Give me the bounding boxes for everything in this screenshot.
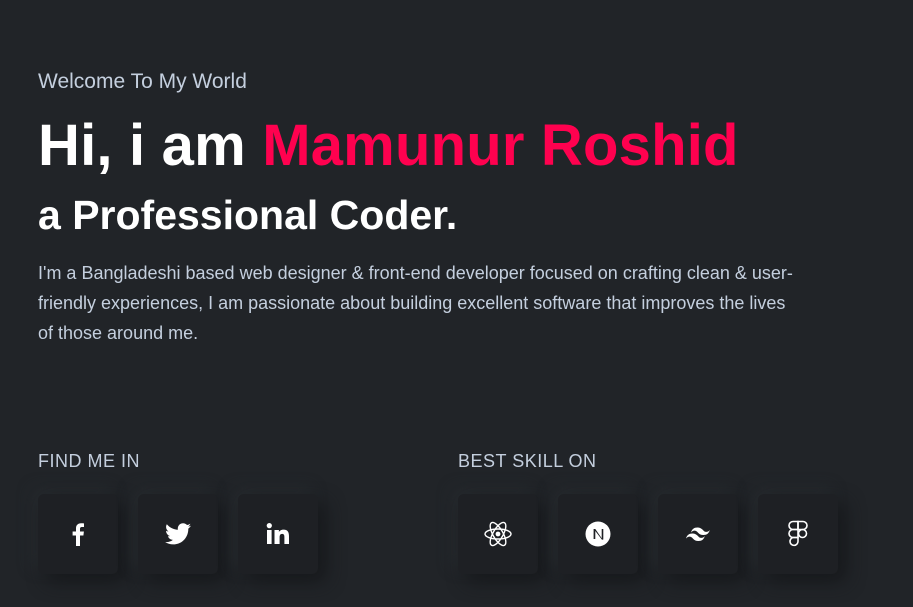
linkedin-icon xyxy=(266,523,289,544)
facebook-icon xyxy=(72,523,84,546)
react-icon xyxy=(484,521,512,547)
social-links xyxy=(38,494,318,574)
name-text: Mamunur Roshid xyxy=(262,113,739,178)
figma-icon xyxy=(788,520,808,547)
welcome-text: Welcome To My World xyxy=(38,70,247,93)
nextjs-skill[interactable] xyxy=(558,494,638,574)
find-me-title: FIND ME IN xyxy=(38,451,140,471)
twitter-icon xyxy=(165,523,191,545)
linkedin-link[interactable] xyxy=(238,494,318,574)
skill-icons xyxy=(458,494,838,574)
subtitle-text: a Professional Coder. xyxy=(38,192,458,238)
headline: Hi, i am Mamunur Roshid xyxy=(38,112,739,179)
bio-text: I'm a Bangladeshi based web designer & f… xyxy=(38,263,793,343)
figma-skill[interactable] xyxy=(758,494,838,574)
twitter-link[interactable] xyxy=(138,494,218,574)
facebook-link[interactable] xyxy=(38,494,118,574)
nextjs-icon xyxy=(585,521,611,547)
find-me-section: FIND ME IN xyxy=(38,450,318,574)
skills-title: BEST SKILL ON xyxy=(458,451,597,471)
greeting-text: Hi, i am xyxy=(38,113,263,178)
tailwind-icon xyxy=(686,527,710,541)
react-skill[interactable] xyxy=(458,494,538,574)
skills-section: BEST SKILL ON xyxy=(458,450,838,574)
tailwind-skill[interactable] xyxy=(658,494,738,574)
